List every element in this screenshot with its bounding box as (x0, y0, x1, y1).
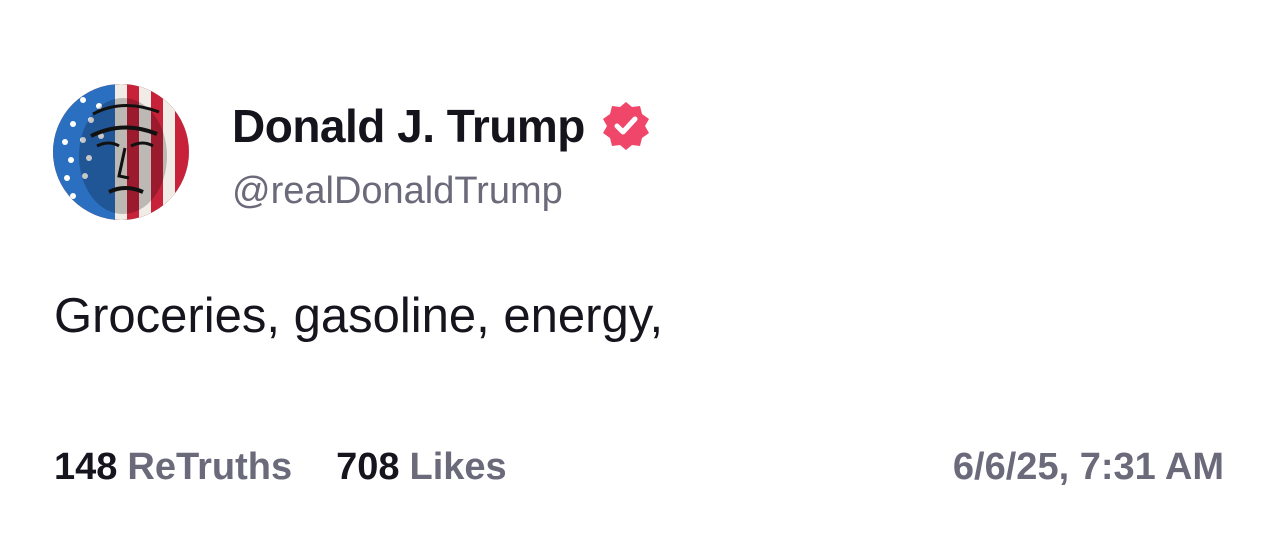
likes-stat[interactable]: 708 Likes (336, 446, 507, 489)
post-timestamp[interactable]: 6/6/25, 7:31 AM (953, 446, 1224, 489)
post-body-text: Groceries, gasoline, energy, (54, 289, 664, 343)
likes-count: 708 (336, 445, 400, 488)
author-name-row: Donald J. Trump (232, 98, 653, 154)
avatar-image (53, 84, 189, 220)
author-handle[interactable]: @realDonaldTrump (232, 170, 563, 213)
likes-label: Likes (409, 445, 507, 488)
verified-badge-icon (599, 99, 653, 153)
author-display-name[interactable]: Donald J. Trump (232, 99, 585, 153)
post-footer: 148 ReTruths 708 Likes 6/6/25, 7:31 AM (54, 442, 1224, 492)
post-card: Donald J. Trump @realDonaldTrump Groceri… (0, 0, 1280, 547)
avatar[interactable] (53, 84, 189, 220)
retruths-count: 148 (54, 445, 118, 488)
retruths-stat[interactable]: 148 ReTruths (54, 446, 292, 489)
retruths-label: ReTruths (127, 445, 293, 488)
